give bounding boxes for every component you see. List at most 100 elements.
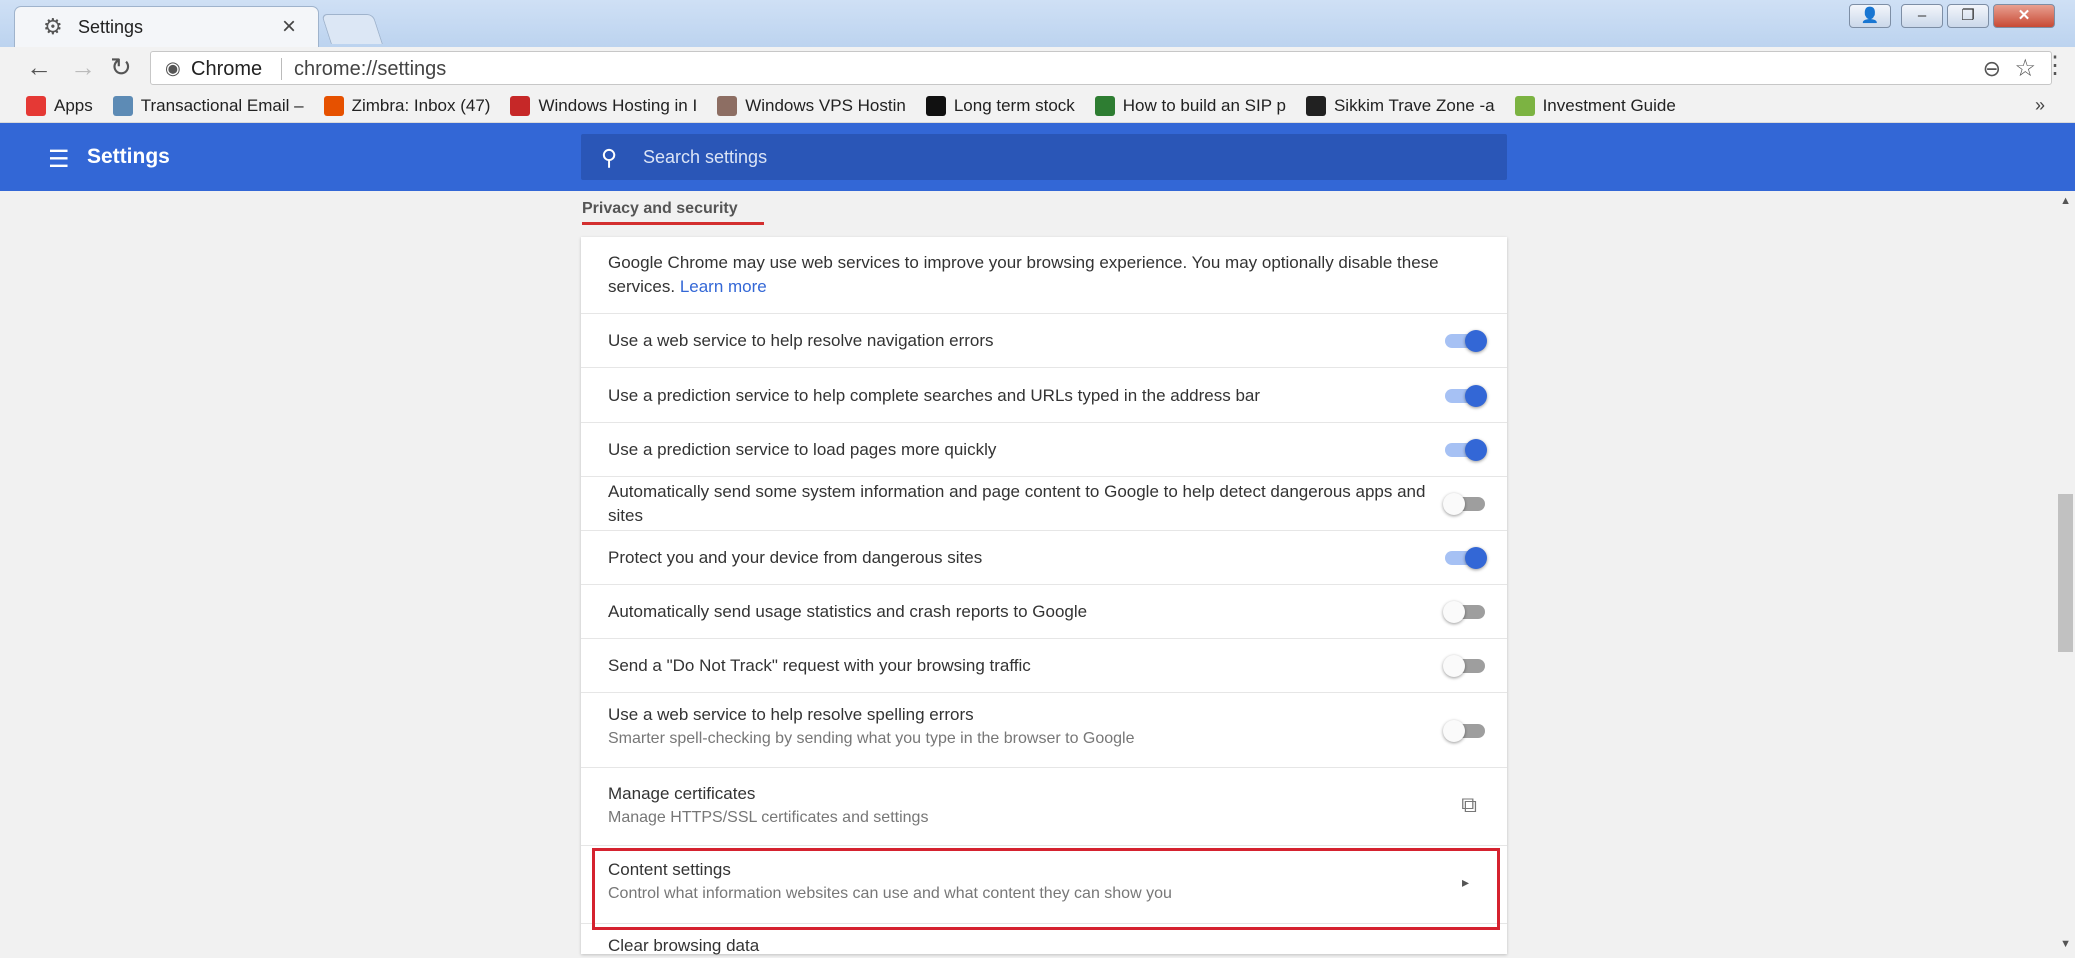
forward-arrow-icon[interactable]: → (70, 54, 96, 80)
certificates-label: Manage certificates (608, 784, 756, 803)
address-bar[interactable]: ◉ Chrome chrome://settings ⊖ ☆ (150, 51, 2052, 85)
toggle-switch[interactable] (1445, 384, 1487, 407)
bookmark-item[interactable]: Windows VPS Hostin (717, 95, 906, 116)
setting-row[interactable]: Use a web service to help resolve naviga… (581, 313, 1507, 367)
scroll-down-icon[interactable]: ▼ (2060, 938, 2071, 950)
user-profile-button[interactable]: 👤 (1849, 4, 1891, 28)
tab-settings[interactable]: ⚙ Settings × (14, 6, 319, 47)
bookmark-label: Sikkim Trave Zone -a (1333, 95, 1495, 115)
gear-icon: ⚙ (43, 14, 63, 39)
toggle-switch[interactable] (1443, 719, 1485, 742)
back-arrow-icon[interactable]: ← (26, 54, 52, 80)
scrollbar[interactable]: ▲ ▼ (2056, 191, 2075, 954)
bookmark-item[interactable]: Transactional Email – (112, 95, 304, 116)
toggle-knob (1443, 655, 1465, 677)
chrome-menu-icon[interactable]: ⋮ (2043, 51, 2067, 80)
setting-label: Use a prediction service to help complet… (608, 385, 1261, 405)
mail-app-icon (112, 95, 133, 116)
bookmark-label: Transactional Email – (140, 95, 304, 115)
section-underline (582, 222, 764, 225)
scroll-up-icon[interactable]: ▲ (2060, 195, 2071, 207)
bookmark-item[interactable]: Apps (26, 95, 93, 116)
toggle-switch[interactable] (1443, 493, 1485, 515)
toggle-switch[interactable] (1443, 655, 1485, 677)
close-window-button[interactable]: ✕ (1993, 4, 2055, 28)
toggle-switch[interactable] (1445, 439, 1487, 461)
stock-icon (925, 95, 946, 116)
toggle-switch[interactable] (1445, 330, 1487, 352)
bookmark-item[interactable]: Sikkim Trave Zone -a (1305, 95, 1495, 116)
toggle-knob (1465, 330, 1487, 352)
search-icon: ⚲ (601, 145, 618, 170)
learn-more-link[interactable]: Learn more (680, 277, 767, 296)
settings-header: ☰ Settings ⚲ (0, 123, 2075, 191)
setting-row[interactable]: Send a "Do Not Track" request with your … (581, 638, 1507, 692)
setting-label: Use a prediction service to load pages m… (608, 440, 997, 459)
toggle-knob (1443, 719, 1465, 742)
bookmark-label: Windows VPS Hostin (745, 95, 906, 115)
reload-icon[interactable]: ↻ (110, 54, 132, 80)
tz-icon (1305, 95, 1326, 116)
privacy-security-card: Google Chrome may use web services to im… (581, 237, 1507, 955)
setting-row[interactable]: Use a prediction service to load pages m… (581, 422, 1507, 476)
search-input[interactable] (641, 134, 1481, 180)
bookmark-item[interactable]: Windows Hosting in I (510, 95, 697, 116)
intro-row: Google Chrome may use web services to im… (581, 237, 1507, 313)
sip-icon (1094, 95, 1115, 116)
hamburger-menu-icon[interactable]: ☰ (48, 145, 70, 174)
setting-sub-label: Smarter spell-checking by sending what y… (608, 730, 1135, 747)
more-bookmarks-icon[interactable]: » (2035, 95, 2045, 116)
minimize-button[interactable]: – (1901, 4, 1943, 28)
bookmark-item[interactable]: Investment Guide (1514, 95, 1676, 116)
search-box: ⚲ (581, 134, 1507, 180)
manage-certificates-row[interactable]: Manage certificates Manage HTTPS/SSL cert… (581, 767, 1507, 845)
new-tab-button[interactable] (321, 14, 383, 44)
setting-row[interactable]: Use a prediction service to help complet… (581, 367, 1507, 422)
maximize-button[interactable]: ❐ (1947, 4, 1989, 28)
bookmark-item[interactable]: Long term stock (925, 95, 1075, 116)
toggle-knob (1465, 439, 1487, 461)
tab-title: Settings (78, 17, 144, 37)
toggle-switch[interactable] (1443, 601, 1485, 623)
bookmark-star-icon[interactable]: ☆ (2014, 54, 2036, 83)
page-title: Settings (87, 145, 170, 168)
setting-label: Automatically send some system informati… (608, 482, 1426, 525)
setting-row[interactable]: Automatically send some system informati… (581, 476, 1507, 530)
clear-browsing-label: Clear browsing data (608, 936, 760, 955)
address-separator (281, 58, 282, 80)
highlight-box (592, 848, 1500, 930)
setting-row[interactable]: Protect you and your device from dangero… (581, 530, 1507, 584)
bookmark-label: Apps (54, 95, 93, 115)
zoom-icon[interactable]: ⊖ (1983, 56, 2001, 82)
url-text[interactable]: chrome://settings (294, 58, 446, 81)
bookmark-item[interactable]: How to build an SIP p (1094, 95, 1286, 116)
bookmarks-bar: Apps Transactional Email – Zimbra: Inbox (… (0, 89, 2075, 123)
intro-text: Google Chrome may use web services to im… (608, 251, 1488, 299)
setting-label: Automatically send usage statistics and … (608, 602, 1088, 621)
section-title: Privacy and security (582, 200, 738, 217)
clover-icon (1514, 95, 1535, 116)
toggle-knob (1443, 601, 1465, 623)
bookmark-label: Investment Guide (1542, 95, 1676, 115)
toggle-switch[interactable] (1445, 547, 1487, 569)
apps-grid-icon (26, 95, 46, 116)
toggle-knob (1443, 493, 1465, 515)
bookmark-label: Zimbra: Inbox (47) (351, 95, 491, 115)
scroll-thumb[interactable] (2058, 494, 2073, 652)
bookmark-label: How to build an SIP p (1122, 95, 1286, 115)
zimbra-icon (323, 95, 344, 116)
setting-row[interactable]: Smarter spell-checking by sending what y… (581, 692, 1507, 767)
vps-icon (717, 95, 738, 116)
setting-row[interactable]: Automatically send usage statistics and … (581, 584, 1507, 638)
chrome-logo-icon: ◉ (165, 58, 181, 78)
setting-label: Use a web service to help resolve naviga… (608, 331, 994, 350)
e-logo-icon (510, 95, 531, 116)
bookmark-item[interactable]: Zimbra: Inbox (47) (323, 95, 491, 116)
external-link-icon[interactable]: ⧉ (1461, 792, 1477, 818)
close-tab-icon[interactable]: × (282, 13, 296, 41)
setting-label: Send a "Do Not Track" request with your … (608, 656, 1031, 675)
setting-label: Protect you and your device from dangero… (608, 548, 983, 567)
bookmark-label: Long term stock (953, 95, 1075, 115)
window-controls: 👤 – ❐ ✕ (1849, 4, 2055, 28)
site-label: Chrome (191, 58, 263, 80)
